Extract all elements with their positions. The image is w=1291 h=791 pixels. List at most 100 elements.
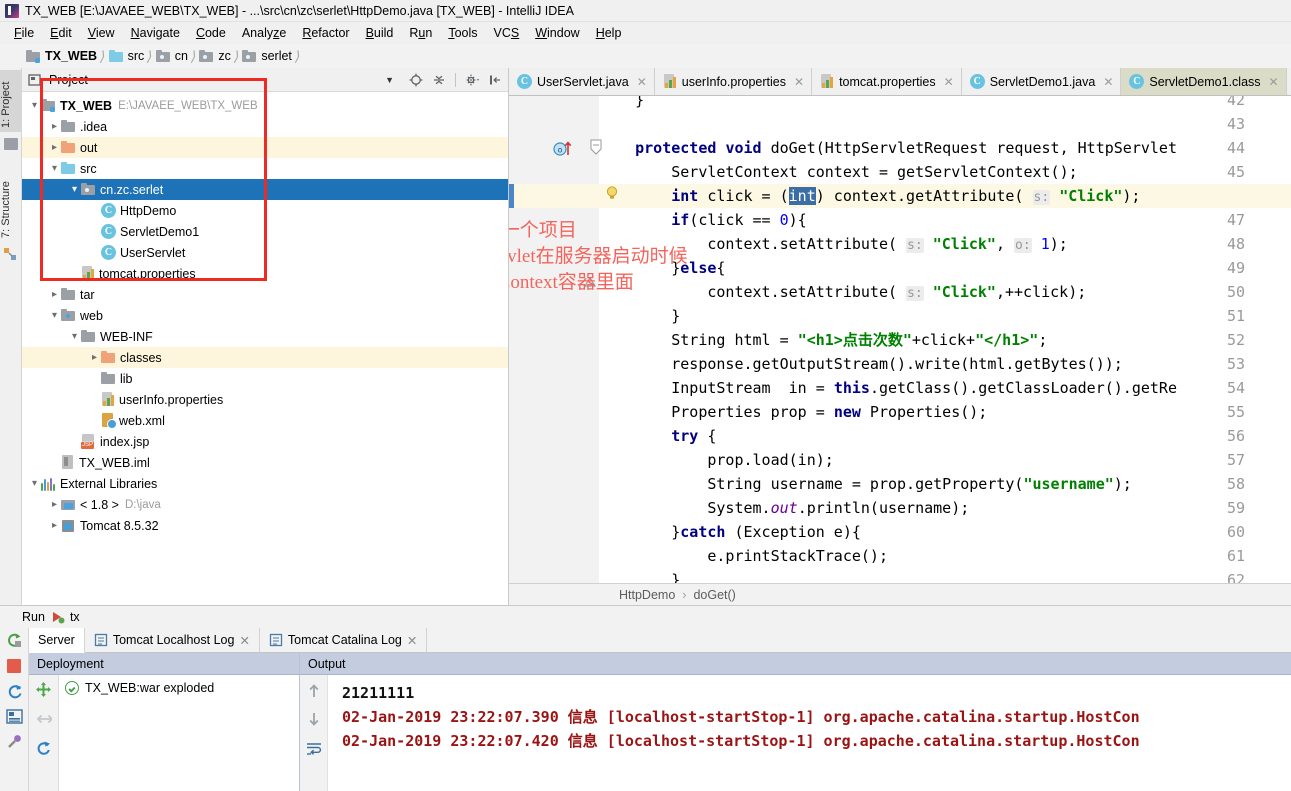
close-icon[interactable]: ✕	[794, 75, 804, 89]
menu-code[interactable]: Code	[188, 24, 234, 42]
run-tab[interactable]: Tomcat Localhost Log ✕	[85, 628, 260, 652]
close-icon[interactable]: ✕	[407, 633, 417, 648]
editor-breadcrumb[interactable]: HttpDemo › doGet()	[509, 583, 1291, 605]
editor-gutter[interactable]	[509, 96, 585, 583]
menu-view[interactable]: View	[80, 24, 123, 42]
module-folder-icon	[26, 49, 41, 63]
tree-node[interactable]: ▾ web	[22, 305, 508, 326]
tree-node[interactable]: ▸ out	[22, 137, 508, 158]
scroll-up-icon[interactable]	[307, 683, 321, 698]
editor-tab[interactable]: C ServletDemo1.java ✕	[961, 68, 1122, 95]
close-icon[interactable]: ✕	[637, 75, 647, 89]
collapse-arrow-icon[interactable]: ▸	[48, 520, 61, 531]
fold-arrow-icon[interactable]	[589, 138, 603, 158]
settings-gear-icon[interactable]	[465, 73, 479, 87]
soft-wrap-icon[interactable]	[306, 741, 322, 756]
sidebar-item-structure[interactable]: 7: Structure	[0, 164, 22, 242]
expand-arrow-icon[interactable]: ▾	[68, 184, 81, 195]
expand-arrow-icon[interactable]: ▾	[48, 310, 61, 321]
deploy-icon[interactable]	[35, 681, 52, 698]
tree-node[interactable]: TX_WEB.iml	[22, 452, 508, 473]
tree-node[interactable]: web.xml	[22, 410, 508, 431]
sidebar-item-project[interactable]: 1: Project	[0, 70, 22, 132]
intention-bulb-icon[interactable]	[603, 184, 621, 202]
editor-tab[interactable]: userInfo.properties ✕	[654, 68, 813, 95]
hide-panel-icon[interactable]	[488, 73, 502, 87]
tree-node[interactable]: ▾ WEB-INF	[22, 326, 508, 347]
list-item[interactable]: TX_WEB:war exploded	[59, 679, 299, 697]
editor-tab[interactable]: tomcat.properties ✕	[812, 68, 962, 95]
tree-node[interactable]: ▸ tar	[22, 284, 508, 305]
tree-node[interactable]: ▾ TX_WEB E:\JAVAEE_WEB\TX_WEB	[22, 95, 508, 116]
menu-run[interactable]: Run	[401, 24, 440, 42]
close-icon[interactable]: ✕	[1103, 75, 1113, 89]
tree-node[interactable]: ▸ classes	[22, 347, 508, 368]
collapse-all-icon[interactable]	[432, 73, 446, 87]
breadcrumb-src[interactable]: src	[108, 49, 144, 63]
code-editor[interactable]: 4243444546474849505152535455565758596061…	[509, 96, 1291, 583]
menu-analyze[interactable]: Analyze	[234, 24, 294, 42]
tree-node[interactable]: lib	[22, 368, 508, 389]
thread-dump-icon[interactable]	[6, 733, 23, 750]
close-icon[interactable]: ✕	[944, 75, 954, 89]
collapse-arrow-icon[interactable]: ▸	[48, 121, 61, 132]
override-method-icon[interactable]: o	[553, 140, 579, 158]
stop-icon[interactable]	[6, 658, 22, 674]
expand-arrow-icon[interactable]: ▾	[68, 331, 81, 342]
editor-tab-bar: C UserServlet.java ✕ userInfo.properties ✕ to…	[509, 68, 1291, 96]
locate-target-icon[interactable]	[409, 73, 423, 87]
close-icon[interactable]: ✕	[239, 633, 249, 648]
menu-refactor[interactable]: Refactor	[294, 24, 357, 42]
tree-node[interactable]: ▾ cn.zc.serlet	[22, 179, 508, 200]
menu-navigate[interactable]: Navigate	[123, 24, 188, 42]
tree-node[interactable]: C HttpDemo	[22, 200, 508, 221]
breadcrumb-module[interactable]: TX_WEB	[26, 49, 97, 63]
run-config-name[interactable]: tx	[70, 610, 80, 624]
collapse-arrow-icon[interactable]: ▸	[48, 289, 61, 300]
expand-arrow-icon[interactable]: ▾	[48, 163, 61, 174]
close-icon[interactable]: ✕	[1269, 75, 1279, 89]
editor-tab[interactable]: C UserServlet.java ✕	[509, 68, 655, 95]
menu-tools[interactable]: Tools	[440, 24, 485, 42]
breadcrumb-serlet[interactable]: serlet	[242, 49, 292, 63]
tree-node[interactable]: ▸ Tomcat 8.5.32	[22, 515, 508, 536]
deployment-list[interactable]: TX_WEB:war exploded	[59, 675, 299, 791]
menu-window[interactable]: Window	[527, 24, 587, 42]
menu-edit[interactable]: Edit	[42, 24, 80, 42]
breadcrumb-method[interactable]: doGet()	[693, 588, 735, 602]
tree-node[interactable]: ▸ < 1.8 > D:\java	[22, 494, 508, 515]
tree-node[interactable]: ▸ .idea	[22, 116, 508, 137]
expand-arrow-icon[interactable]: ▾	[28, 100, 41, 111]
scroll-down-icon[interactable]	[307, 712, 321, 727]
tree-node[interactable]: C ServletDemo1	[22, 221, 508, 242]
rerun-icon[interactable]	[6, 632, 23, 649]
breadcrumb-class[interactable]: HttpDemo	[619, 588, 675, 602]
menu-file[interactable]: File	[6, 24, 42, 42]
console-icon[interactable]	[5, 709, 23, 724]
tree-node[interactable]: userInfo.properties	[22, 389, 508, 410]
collapse-marker-icon[interactable]	[583, 272, 597, 296]
editor-fold-gutter[interactable]	[585, 96, 599, 583]
editor-tab[interactable]: C ServletDemo1.class ✕	[1121, 68, 1287, 95]
redeploy-all-icon[interactable]	[35, 740, 52, 757]
run-tab[interactable]: Tomcat Catalina Log ✕	[260, 628, 428, 652]
tree-node[interactable]: C UserServlet	[22, 242, 508, 263]
breadcrumb-zc[interactable]: zc	[199, 49, 231, 63]
chevron-down-icon[interactable]: ▼	[385, 75, 394, 85]
run-tab[interactable]: Server	[29, 628, 85, 653]
tree-node[interactable]: ▾ External Libraries	[22, 473, 508, 494]
tree-node[interactable]: ▾ src	[22, 158, 508, 179]
menu-build[interactable]: Build	[358, 24, 402, 42]
collapse-arrow-icon[interactable]: ▸	[88, 352, 101, 363]
collapse-arrow-icon[interactable]: ▸	[48, 499, 61, 510]
tree-node[interactable]: tomcat.properties	[22, 263, 508, 284]
expand-arrow-icon[interactable]: ▾	[28, 478, 41, 489]
collapse-arrow-icon[interactable]: ▸	[48, 142, 61, 153]
menu-vcs[interactable]: VCS	[486, 24, 528, 42]
redeploy-icon[interactable]	[6, 683, 23, 700]
project-tree[interactable]: ▾ TX_WEB E:\JAVAEE_WEB\TX_WEB ▸ .idea ▸ out ▾ sr…	[22, 92, 508, 605]
breadcrumb-cn[interactable]: cn	[155, 49, 188, 63]
tree-node[interactable]: JSP index.jsp	[22, 431, 508, 452]
undeploy-icon[interactable]	[35, 712, 52, 726]
menu-help[interactable]: Help	[588, 24, 630, 42]
